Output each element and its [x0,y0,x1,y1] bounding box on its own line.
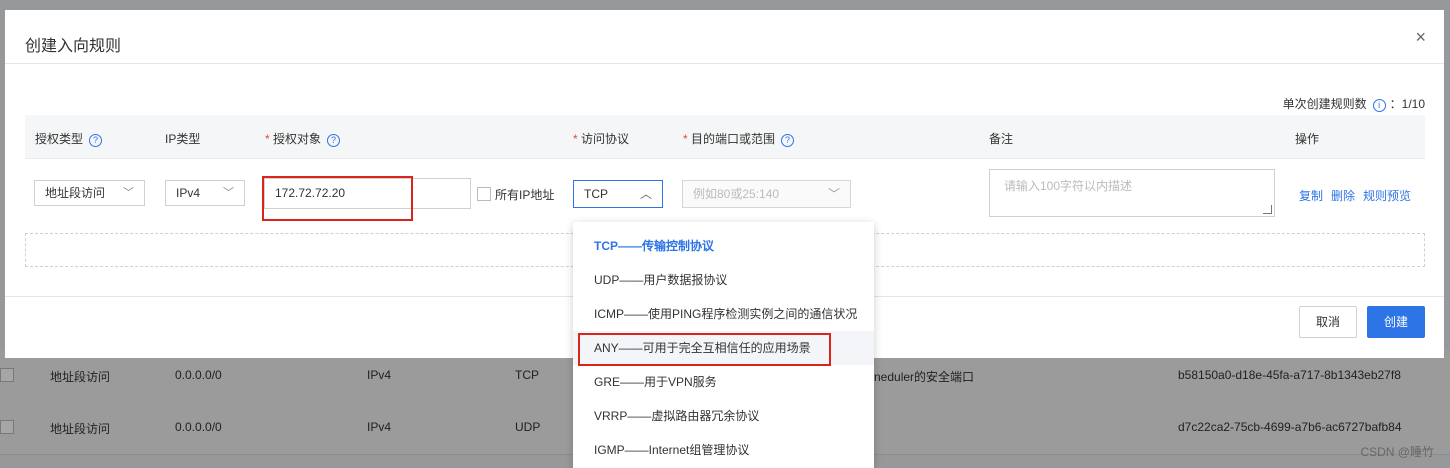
quota-value: ：1/10 [1389,97,1425,111]
ip-type-select[interactable]: IPv4 ﹀ [165,180,245,206]
highlight-box [262,176,413,221]
close-icon[interactable]: × [1415,28,1426,46]
quota-label: 单次创建规则数 [1282,97,1367,111]
auth-type-value: 地址段访问 [45,186,106,200]
dropdown-option-gre[interactable]: GRE——用于VPN服务 [573,365,874,399]
all-ip-checkbox[interactable] [477,187,491,201]
header-divider [5,63,1444,64]
header-protocol: * 访问协议 [573,132,630,146]
resize-handle-icon[interactable] [1263,205,1272,214]
header-note: 备注 [989,132,1014,146]
highlight-box [578,333,831,366]
port-placeholder: 例如80或25:140 [693,187,780,201]
info-icon[interactable]: i [1372,99,1386,112]
help-icon[interactable]: ? [781,134,795,147]
header-auth-type: 授权类型? [35,130,103,147]
chevron-down-icon: ﹀ [223,187,234,199]
preview-rule-link[interactable]: 规则预览 [1363,187,1411,204]
header-auth-object: * 授权对象? [265,130,341,147]
rule-table-header: 授权类型? IP类型 * 授权对象? * 访问协议 * 目的端口或范围? 备注 … [25,115,1425,158]
dropdown-option-tcp[interactable]: TCP——传输控制协议 [573,229,874,263]
delete-link[interactable]: 删除 [1331,187,1355,204]
dialog-title: 创建入向规则 [25,38,122,55]
dropdown-option-vrrp[interactable]: VRRP——虚拟路由器冗余协议 [573,399,874,433]
quota-info: 单次创建规则数 i ：1/10 [1283,95,1425,112]
chevron-up-icon: ︿ [639,187,652,201]
chevron-down-icon: ﹀ [123,187,134,199]
ip-type-value: IPv4 [176,186,201,200]
dropdown-option-igmp[interactable]: IGMP——Internet组管理协议 [573,433,874,467]
auth-type-select[interactable]: 地址段访问 ﹀ [34,180,145,206]
port-input[interactable]: 例如80或25:140 ﹀ [682,180,851,208]
note-placeholder: 请输入100字符以内描述 [1004,179,1133,193]
dropdown-option-icmp[interactable]: ICMP——使用PING程序检测实例之间的通信状况 [573,297,874,331]
watermark: CSDN @睡竹 [1360,445,1434,459]
note-textarea[interactable]: 请输入100字符以内描述 [989,169,1275,217]
protocol-value: TCP [584,187,608,201]
protocol-select[interactable]: TCP ︿ [573,180,663,208]
header-action: 操作 [1295,132,1320,146]
chevron-down-icon: ﹀ [827,187,840,201]
header-port: * 目的端口或范围? [683,130,795,147]
dropdown-option-udp[interactable]: UDP——用户数据报协议 [573,263,874,297]
header-row-divider [25,158,1425,159]
help-icon[interactable]: ? [89,134,103,147]
cancel-button[interactable]: 取消 [1299,306,1357,338]
create-button[interactable]: 创建 [1367,306,1425,338]
help-icon[interactable]: ? [327,134,341,147]
copy-link[interactable]: 复制 [1299,187,1323,204]
header-ip-type: IP类型 [165,132,201,146]
all-ip-label: 所有IP地址 [495,188,555,202]
